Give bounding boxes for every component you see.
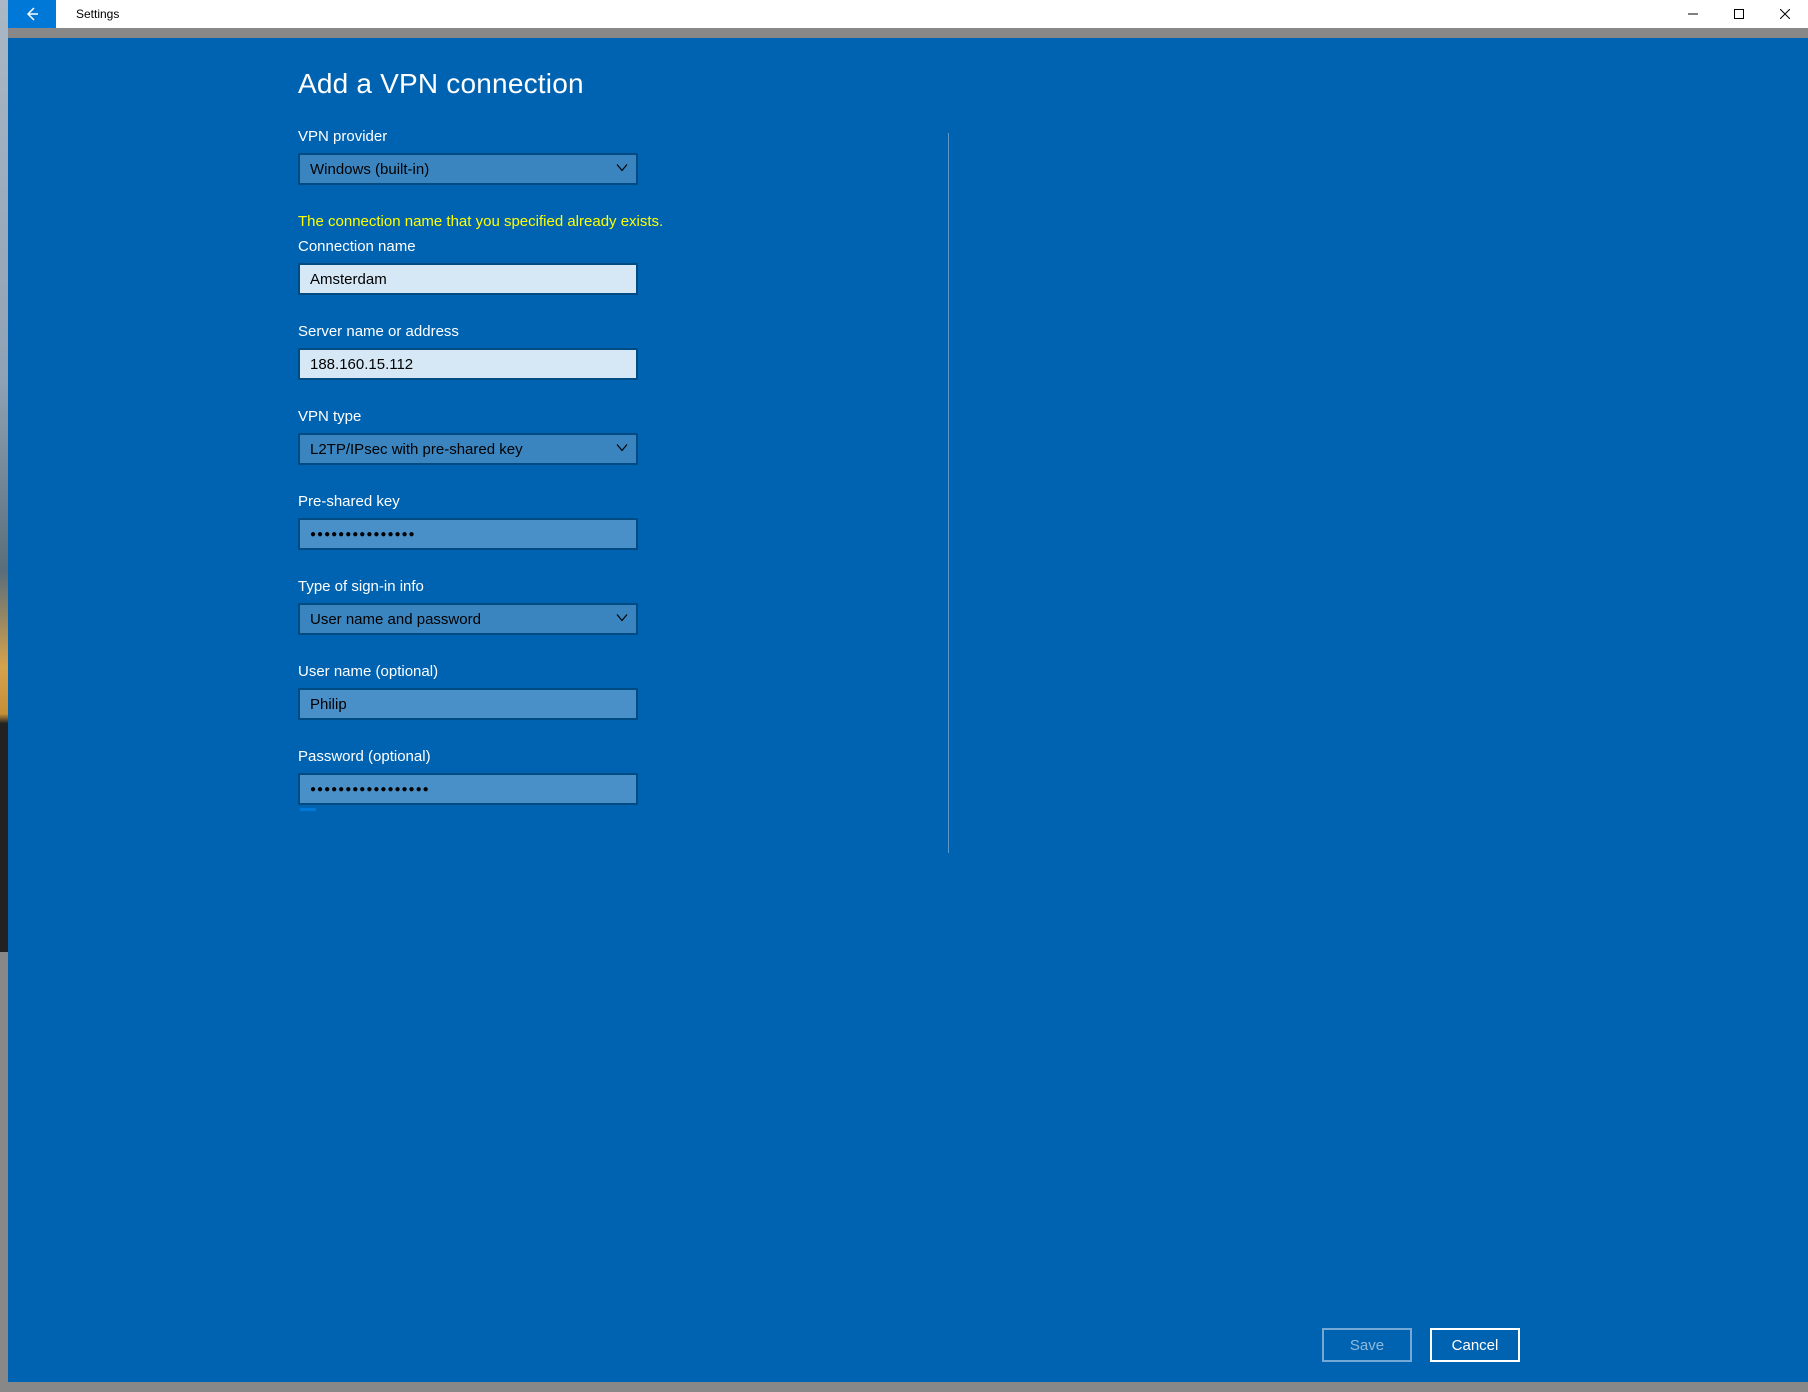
password-label: Password (optional) [298, 748, 938, 765]
desktop-wallpaper-edge [0, 0, 8, 952]
titlebar: Settings [8, 0, 1808, 28]
close-button[interactable] [1762, 0, 1808, 28]
content-area: Add a VPN connection VPN provider Window… [8, 38, 1808, 1392]
dialog-footer: Save Cancel [1322, 1328, 1520, 1362]
minimize-icon [1688, 9, 1698, 19]
shadow-strip-bottom [8, 1382, 1808, 1392]
settings-window: Settings Add a VPN connection VPN provid… [8, 0, 1808, 1392]
page-heading: Add a VPN connection [298, 68, 938, 100]
password-value: ●●●●●●●●●●●●●●●●● [310, 784, 430, 795]
psk-value: ●●●●●●●●●●●●●●● [310, 529, 416, 540]
chevron-down-icon [616, 611, 628, 628]
signin-type-label: Type of sign-in info [298, 578, 938, 595]
connection-name-label: Connection name [298, 238, 938, 255]
vpn-provider-label: VPN provider [298, 128, 938, 145]
maximize-button[interactable] [1716, 0, 1762, 28]
username-field[interactable] [310, 690, 626, 718]
save-button[interactable]: Save [1322, 1328, 1412, 1362]
chevron-down-icon [616, 161, 628, 178]
scrollbar-track[interactable] [948, 133, 949, 853]
minimize-button[interactable] [1670, 0, 1716, 28]
vpn-type-dropdown[interactable]: L2TP/IPsec with pre-shared key [298, 433, 638, 465]
field-username: User name (optional) [298, 663, 938, 720]
back-button[interactable] [8, 0, 56, 28]
field-password: Password (optional) ●●●●●●●●●●●●●●●●● [298, 748, 938, 805]
vpn-form: Add a VPN connection VPN provider Window… [298, 68, 938, 811]
field-signin-type: Type of sign-in info User name and passw… [298, 578, 938, 635]
cancel-button[interactable]: Cancel [1430, 1328, 1520, 1362]
arrow-left-icon [24, 6, 40, 22]
signin-type-value: User name and password [310, 611, 481, 628]
chevron-down-icon [616, 441, 628, 458]
text-cursor-indicator [300, 807, 316, 811]
psk-input[interactable]: ●●●●●●●●●●●●●●● [298, 518, 638, 550]
connection-name-input[interactable] [298, 263, 638, 295]
vpn-provider-dropdown[interactable]: Windows (built-in) [298, 153, 638, 185]
server-address-label: Server name or address [298, 323, 938, 340]
shadow-strip-top [8, 28, 1808, 38]
field-server-address: Server name or address [298, 323, 938, 380]
field-vpn-provider: VPN provider Windows (built-in) [298, 128, 938, 185]
vpn-provider-value: Windows (built-in) [310, 161, 429, 178]
username-input[interactable] [298, 688, 638, 720]
window-title: Settings [56, 0, 119, 28]
psk-label: Pre-shared key [298, 493, 938, 510]
vpn-type-label: VPN type [298, 408, 938, 425]
window-controls [1670, 0, 1808, 28]
server-address-field[interactable] [310, 350, 626, 378]
field-connection-name: The connection name that you specified a… [298, 213, 938, 295]
close-icon [1780, 9, 1790, 19]
password-input[interactable]: ●●●●●●●●●●●●●●●●● [298, 773, 638, 805]
vpn-type-value: L2TP/IPsec with pre-shared key [310, 441, 523, 458]
field-vpn-type: VPN type L2TP/IPsec with pre-shared key [298, 408, 938, 465]
connection-name-field[interactable] [310, 265, 626, 293]
maximize-icon [1734, 9, 1744, 19]
server-address-input[interactable] [298, 348, 638, 380]
signin-type-dropdown[interactable]: User name and password [298, 603, 638, 635]
username-label: User name (optional) [298, 663, 938, 680]
field-psk: Pre-shared key ●●●●●●●●●●●●●●● [298, 493, 938, 550]
connection-name-error: The connection name that you specified a… [298, 213, 938, 230]
